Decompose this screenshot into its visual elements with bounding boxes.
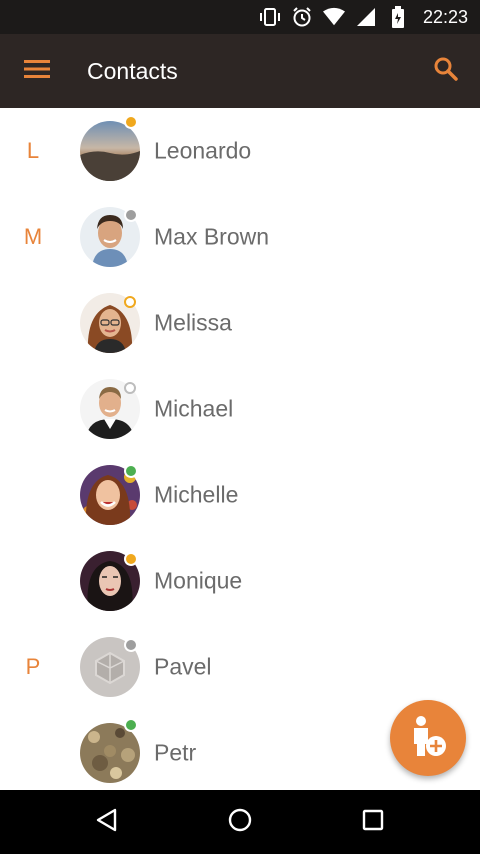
page-title: Contacts [87,57,178,84]
signal-icon [355,6,377,28]
presence-indicator [124,382,136,394]
presence-indicator [124,638,138,652]
add-contact-icon [408,714,448,763]
vibrate-icon [259,6,281,28]
presence-indicator [124,552,138,566]
home-button[interactable] [208,790,272,854]
contact-row-michael[interactable]: Michael [0,366,480,452]
contact-name: Michelle [154,481,239,508]
section-letter: P [25,654,41,679]
contact-row-melissa[interactable]: Melissa [0,280,480,366]
navigation-bar [0,790,480,854]
add-contact-button[interactable] [390,700,466,776]
presence-indicator [124,718,138,732]
contact-row-max-brown[interactable]: M Max Brown [0,194,480,280]
back-icon [94,807,120,838]
contact-name: Petr [154,739,197,766]
battery-icon [387,6,409,28]
hamburger-menu-icon [24,59,50,84]
contact-name: Pavel [154,653,212,680]
contact-list: L Leonardo M Max Brown Melissa Michael M… [0,108,480,790]
menu-button[interactable] [0,34,74,108]
home-icon [227,807,253,838]
presence-indicator [124,208,138,222]
back-button[interactable] [75,790,139,854]
presence-indicator [124,115,138,129]
contact-row-leonardo[interactable]: L Leonardo [0,108,480,194]
contact-row-monique[interactable]: Monique [0,538,480,624]
contact-row-pavel[interactable]: P Pavel [0,624,480,710]
alarm-icon [291,6,313,28]
presence-indicator [124,296,136,308]
contact-name: Melissa [154,309,232,336]
avatar [80,723,140,783]
search-button[interactable] [414,34,478,108]
section-letter: L [26,138,40,163]
presence-indicator [124,464,138,478]
wifi-icon [322,6,345,28]
status-bar: 22:23 [0,0,480,34]
search-icon [433,56,459,87]
contact-name: Michael [154,395,234,422]
contact-name: Monique [154,567,243,594]
recents-icon [361,808,385,837]
status-time: 22:23 [422,6,468,27]
contact-row-michelle[interactable]: Michelle [0,452,480,538]
contact-name: Leonardo [154,137,252,164]
section-letter: M [23,224,43,249]
avatar [80,121,140,181]
contact-name: Max Brown [154,223,270,250]
recents-button[interactable] [341,790,405,854]
app-bar: Contacts [0,34,480,108]
